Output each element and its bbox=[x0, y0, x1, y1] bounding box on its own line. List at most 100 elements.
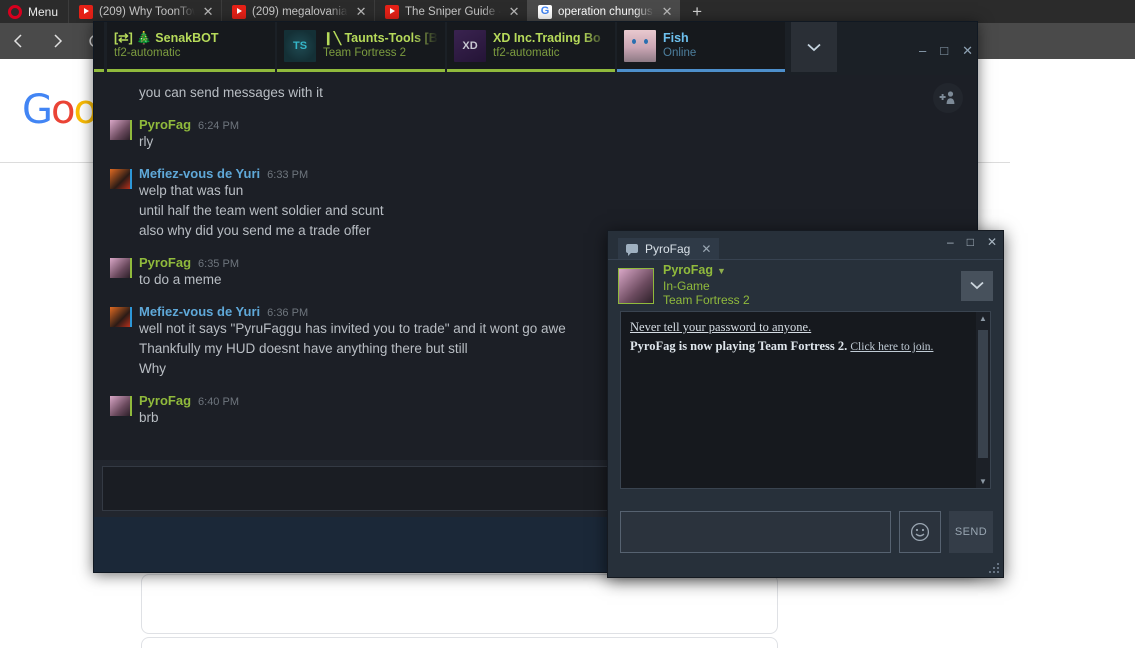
friend-tab-senakbot[interactable]: [⇄] 🎄 SenakBOT tf2-automatic bbox=[107, 22, 275, 72]
add-friend-icon[interactable] bbox=[933, 83, 963, 113]
message-author[interactable]: PyroFag bbox=[139, 393, 191, 408]
youtube-icon bbox=[79, 4, 94, 19]
screen: Google How long has Connie Chung been ma… bbox=[0, 0, 1135, 648]
popup-message-input[interactable] bbox=[620, 511, 891, 553]
browser-tab[interactable]: The Sniper Guide - YouTub ✕ bbox=[374, 0, 527, 23]
avatar[interactable] bbox=[110, 258, 132, 278]
message-line: until half the team went soldier and scu… bbox=[139, 203, 384, 218]
popup-event-text: PyroFag is now playing Team Fortress 2. bbox=[630, 339, 848, 353]
popup-message-pane: Never tell your password to anyone. Pyro… bbox=[620, 311, 991, 489]
friend-tab-name: Fish bbox=[663, 30, 689, 45]
browser-tab[interactable]: (209) Why ToonTown Onlin ✕ bbox=[68, 0, 221, 23]
minimize-button[interactable]: – bbox=[947, 236, 954, 248]
message-time: 6:33 PM bbox=[267, 169, 309, 181]
chat-message-group: Mefiez-vous de Yuri 6:33 PM welp that wa… bbox=[110, 152, 951, 241]
new-tab-button[interactable]: + bbox=[680, 0, 714, 23]
scroll-down-icon[interactable]: ▼ bbox=[979, 477, 987, 486]
tab-title: (209) megalovania but - Yo bbox=[252, 5, 348, 18]
popup-friend-name: PyroFag bbox=[663, 263, 714, 278]
people-also-ask-question[interactable]: How long has Connie Chung been married? bbox=[141, 637, 778, 648]
taunts-tools-avatar bbox=[284, 29, 316, 62]
friend-tab-name: ❙╲ Taunts-Tools [B bbox=[323, 30, 438, 45]
popup-friend-name-row[interactable]: PyroFag ▼ bbox=[663, 263, 952, 278]
popup-friend-header: PyroFag ▼ In-Game Team Fortress 2 bbox=[608, 259, 1003, 311]
popup-security-warning: Never tell your password to anyone. bbox=[630, 320, 812, 334]
browser-tab[interactable]: (209) megalovania but - Yo ✕ bbox=[221, 0, 374, 23]
people-also-ask-card[interactable] bbox=[141, 574, 778, 634]
friend-tab-status: tf2-automatic bbox=[493, 47, 560, 60]
popup-friend-game: Team Fortress 2 bbox=[663, 293, 750, 308]
popup-friend-status: In-Game bbox=[663, 278, 710, 293]
youtube-icon bbox=[232, 4, 247, 19]
send-button[interactable]: SEND bbox=[949, 511, 993, 553]
friend-tab-partial[interactable] bbox=[94, 22, 104, 72]
friend-tab-status: tf2-automatic bbox=[114, 47, 181, 60]
logo-letter: G bbox=[22, 87, 53, 133]
chat-orphan-line: you can send messages with it bbox=[139, 85, 323, 100]
avatar[interactable] bbox=[110, 120, 132, 140]
scroll-up-icon[interactable]: ▲ bbox=[979, 314, 987, 323]
message-time: 6:35 PM bbox=[198, 258, 239, 270]
fish-avatar bbox=[624, 29, 656, 62]
friend-tab-fish[interactable]: Fish Online bbox=[617, 22, 785, 72]
pyrofag-avatar[interactable] bbox=[618, 267, 654, 304]
emoji-smiley-icon[interactable] bbox=[899, 511, 941, 553]
avatar[interactable] bbox=[110, 307, 132, 327]
youtube-icon bbox=[385, 4, 400, 19]
popup-join-link[interactable]: Click here to join. bbox=[850, 341, 933, 353]
close-icon[interactable]: ✕ bbox=[507, 4, 521, 20]
message-time: 6:24 PM bbox=[198, 120, 239, 132]
logo-letter: o bbox=[51, 87, 76, 133]
popup-title-bar[interactable]: PyroFag ✕ – □ ✕ bbox=[608, 231, 1003, 259]
chat-message-group: PyroFag 6:24 PM rly bbox=[110, 103, 951, 152]
friend-tab-taunts-tools[interactable]: ❙╲ Taunts-Tools [B Team Fortress 2 bbox=[277, 22, 445, 72]
avatar[interactable] bbox=[110, 396, 132, 416]
caret-down-icon[interactable]: ▼ bbox=[717, 266, 726, 276]
friend-tab-name: XD Inc.Trading Bo bbox=[493, 30, 601, 45]
forward-arrow-icon[interactable] bbox=[44, 28, 70, 54]
maximize-button[interactable]: □ bbox=[967, 236, 974, 248]
maximize-button[interactable]: □ bbox=[940, 44, 948, 57]
message-time: 6:36 PM bbox=[267, 307, 309, 319]
close-icon[interactable]: ✕ bbox=[701, 242, 711, 256]
popup-actions-dropdown[interactable] bbox=[961, 270, 993, 301]
popup-window-controls: – □ ✕ bbox=[947, 236, 997, 248]
popup-compose-area: SEND bbox=[620, 511, 993, 553]
scrollbar-thumb[interactable] bbox=[978, 330, 988, 458]
browser-tab-active[interactable]: G operation chungus is a go ✕ bbox=[527, 0, 681, 23]
chevron-down-icon[interactable] bbox=[791, 22, 837, 72]
message-line: rly bbox=[139, 134, 154, 149]
message-author[interactable]: Mefiez-vous de Yuri bbox=[139, 304, 260, 319]
tab-title: The Sniper Guide - YouTub bbox=[405, 5, 501, 18]
close-icon[interactable]: ✕ bbox=[201, 4, 215, 20]
friend-tab-xd-inc[interactable]: XD Inc.Trading Bo tf2-automatic bbox=[447, 22, 615, 72]
close-icon[interactable]: ✕ bbox=[660, 4, 674, 20]
friend-tab-name: [⇄] 🎄 SenakBOT bbox=[114, 30, 219, 45]
close-icon[interactable]: ✕ bbox=[354, 4, 368, 20]
close-button[interactable]: ✕ bbox=[987, 236, 997, 248]
avatar[interactable] bbox=[110, 169, 132, 189]
steam-title-bar[interactable]: [⇄] 🎄 SenakBOT tf2-automatic ❙╲ Taunts-T… bbox=[94, 22, 977, 75]
minimize-button[interactable]: – bbox=[919, 44, 926, 57]
chat-bubble-icon bbox=[626, 244, 638, 256]
browser-tab-bar: Menu (209) Why ToonTown Onlin ✕ (209) me… bbox=[0, 0, 1135, 23]
friend-tab-strip: [⇄] 🎄 SenakBOT tf2-automatic ❙╲ Taunts-T… bbox=[94, 22, 977, 75]
popup-conversation-tab[interactable]: PyroFag ✕ bbox=[618, 238, 720, 259]
popup-chat-window: PyroFag ✕ – □ ✕ PyroFag ▼ In-Game Team Fo… bbox=[607, 230, 1004, 578]
tab-title: operation chungus is a go bbox=[558, 5, 654, 18]
back-arrow-icon[interactable] bbox=[6, 28, 32, 54]
popup-tab-title: PyroFag bbox=[645, 241, 691, 256]
menu-label: Menu bbox=[28, 4, 59, 19]
friend-tab-status: Team Fortress 2 bbox=[323, 47, 407, 60]
close-button[interactable]: ✕ bbox=[962, 44, 973, 57]
message-author[interactable]: PyroFag bbox=[139, 255, 191, 270]
google-icon: G bbox=[538, 4, 553, 19]
message-author[interactable]: PyroFag bbox=[139, 117, 191, 132]
friend-tab-status: Online bbox=[663, 47, 697, 60]
message-line: welp that was fun bbox=[139, 183, 244, 198]
message-author[interactable]: Mefiez-vous de Yuri bbox=[139, 166, 260, 181]
tab-strip: (209) Why ToonTown Onlin ✕ (209) megalov… bbox=[68, 0, 1135, 23]
popup-scrollbar[interactable]: ▲ ▼ bbox=[976, 312, 990, 488]
resize-grip-icon[interactable] bbox=[989, 563, 999, 573]
opera-menu-button[interactable]: Menu bbox=[0, 0, 68, 23]
